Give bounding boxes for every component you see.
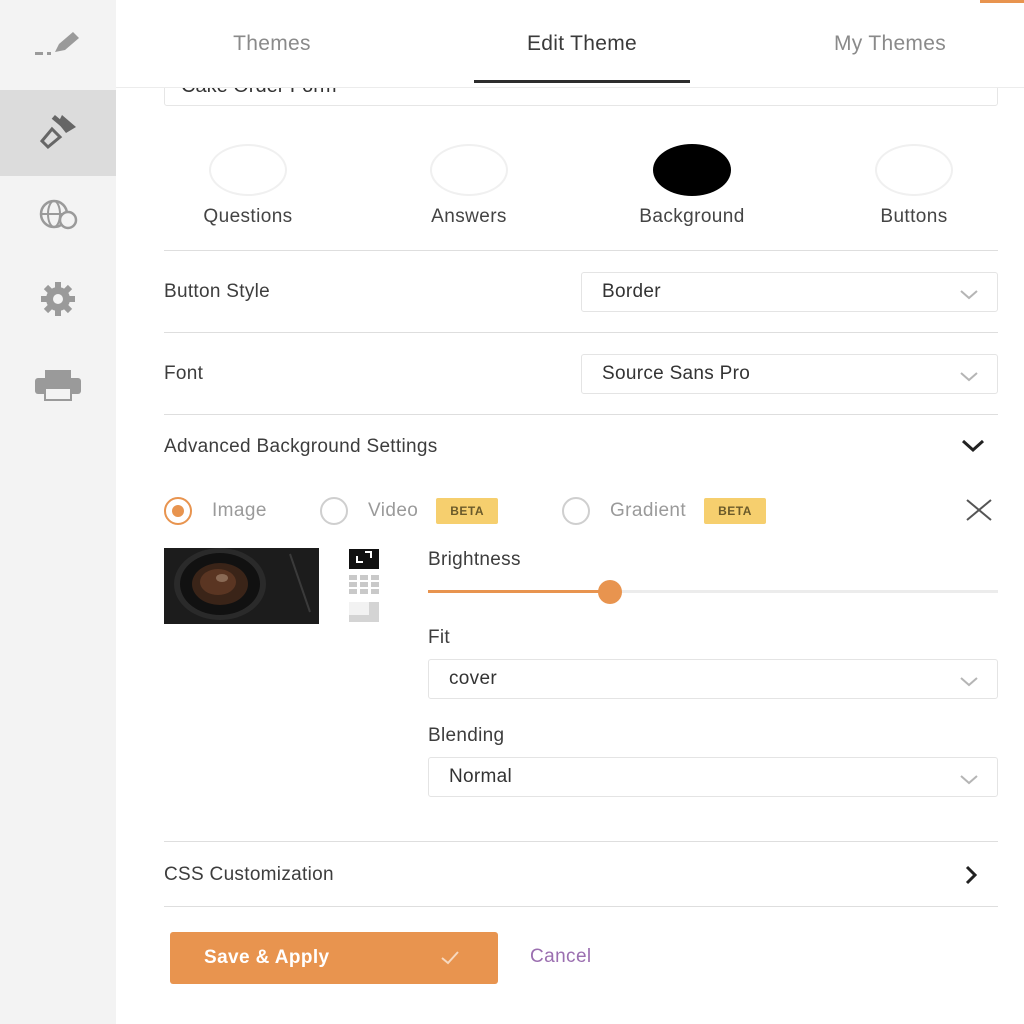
radio-dot [172,505,184,517]
fit-corner-button[interactable] [349,601,379,627]
gradient-radio[interactable] [562,497,590,525]
fit-expand-button[interactable] [349,549,379,569]
color-target-answers[interactable]: Answers [374,144,564,228]
divider [164,414,998,415]
buttons-swatch[interactable] [875,144,953,196]
check-icon [440,949,460,971]
print-icon [33,368,83,407]
video-radio[interactable] [320,497,348,525]
blending-select[interactable]: Normal [428,757,998,797]
tab-bar: Themes Edit Theme My Themes [116,0,1024,88]
advanced-background-title: Advanced Background Settings [164,436,438,457]
brightness-label: Brightness [428,549,521,570]
pencil-icon [33,30,83,65]
image-option-label: Image [212,500,267,521]
corner-icon [349,601,379,627]
color-target-buttons[interactable]: Buttons [819,144,1009,228]
sidebar-item-settings[interactable] [0,258,116,344]
chevron-down-icon [960,439,986,458]
beta-badge: BETA [436,498,499,524]
color-target-questions[interactable]: Questions [153,144,343,228]
buttons-label: Buttons [880,206,948,227]
css-customization-expand[interactable] [964,864,978,891]
cancel-link[interactable]: Cancel [530,946,592,968]
questions-label: Questions [203,206,293,227]
background-label: Background [639,206,745,227]
sidebar-item-edit[interactable] [0,4,116,90]
video-option-label: Video [368,500,419,521]
color-target-background[interactable]: Background [597,144,787,228]
globe-icon [34,198,82,237]
button-style-select[interactable]: Border [581,272,998,312]
chevron-down-icon [959,367,979,389]
brightness-slider[interactable] [428,580,998,604]
background-type-gradient[interactable]: Gradient BETA [562,496,766,526]
background-swatch[interactable] [653,144,731,196]
css-customization-label[interactable]: CSS Customization [164,864,334,886]
active-tab-indicator [474,80,690,83]
sidebar-item-publish[interactable] [0,174,116,260]
fit-label: Fit [428,627,451,648]
grid-icon [349,574,379,600]
divider [164,906,998,907]
divider [164,250,998,251]
gradient-option-label: Gradient [610,500,687,521]
blending-value: Normal [449,766,513,787]
questions-swatch[interactable] [209,144,287,196]
chevron-down-icon [959,672,979,694]
answers-swatch[interactable] [430,144,508,196]
tab-themes[interactable]: Themes [174,0,370,88]
save-apply-label: Save & Apply [204,947,330,968]
sidebar-item-print[interactable] [0,344,116,430]
background-type-image[interactable]: Image [164,496,267,526]
tab-edit-theme[interactable]: Edit Theme [474,0,690,88]
divider [164,332,998,333]
brightness-slider-fill [428,590,611,593]
fit-select[interactable]: cover [428,659,998,699]
font-value: Source Sans Pro [602,363,751,384]
font-select[interactable]: Source Sans Pro [581,354,998,394]
blending-label: Blending [428,725,505,746]
button-style-value: Border [602,281,661,302]
edit-theme-panel: Questions Answers Background Buttons But… [164,0,998,1024]
brightness-slider-handle[interactable] [598,580,623,604]
chevron-right-icon [964,865,978,890]
chevron-down-icon [959,285,979,307]
image-radio[interactable] [164,497,192,525]
answers-label: Answers [431,206,507,227]
sidebar-item-theme[interactable] [0,90,116,176]
gear-icon [38,279,78,324]
chevron-down-icon [959,770,979,792]
fit-tile-button[interactable] [349,574,379,600]
paint-brush-icon [36,111,80,156]
remove-background-button[interactable] [964,498,994,527]
button-style-label: Button Style [164,281,271,302]
beta-badge: BETA [704,498,766,524]
sidebar [0,0,116,1024]
accent-corner [980,0,1024,3]
tab-my-themes[interactable]: My Themes [792,0,988,88]
background-image-thumbnail[interactable] [164,548,319,624]
advanced-collapse-toggle[interactable] [960,438,986,459]
save-apply-button[interactable]: Save & Apply [170,932,498,984]
font-label: Font [164,363,204,384]
background-type-video[interactable]: Video BETA [320,496,499,526]
close-icon [964,499,994,526]
divider [164,841,998,842]
expand-icon [355,550,373,569]
fit-value: cover [449,668,497,689]
